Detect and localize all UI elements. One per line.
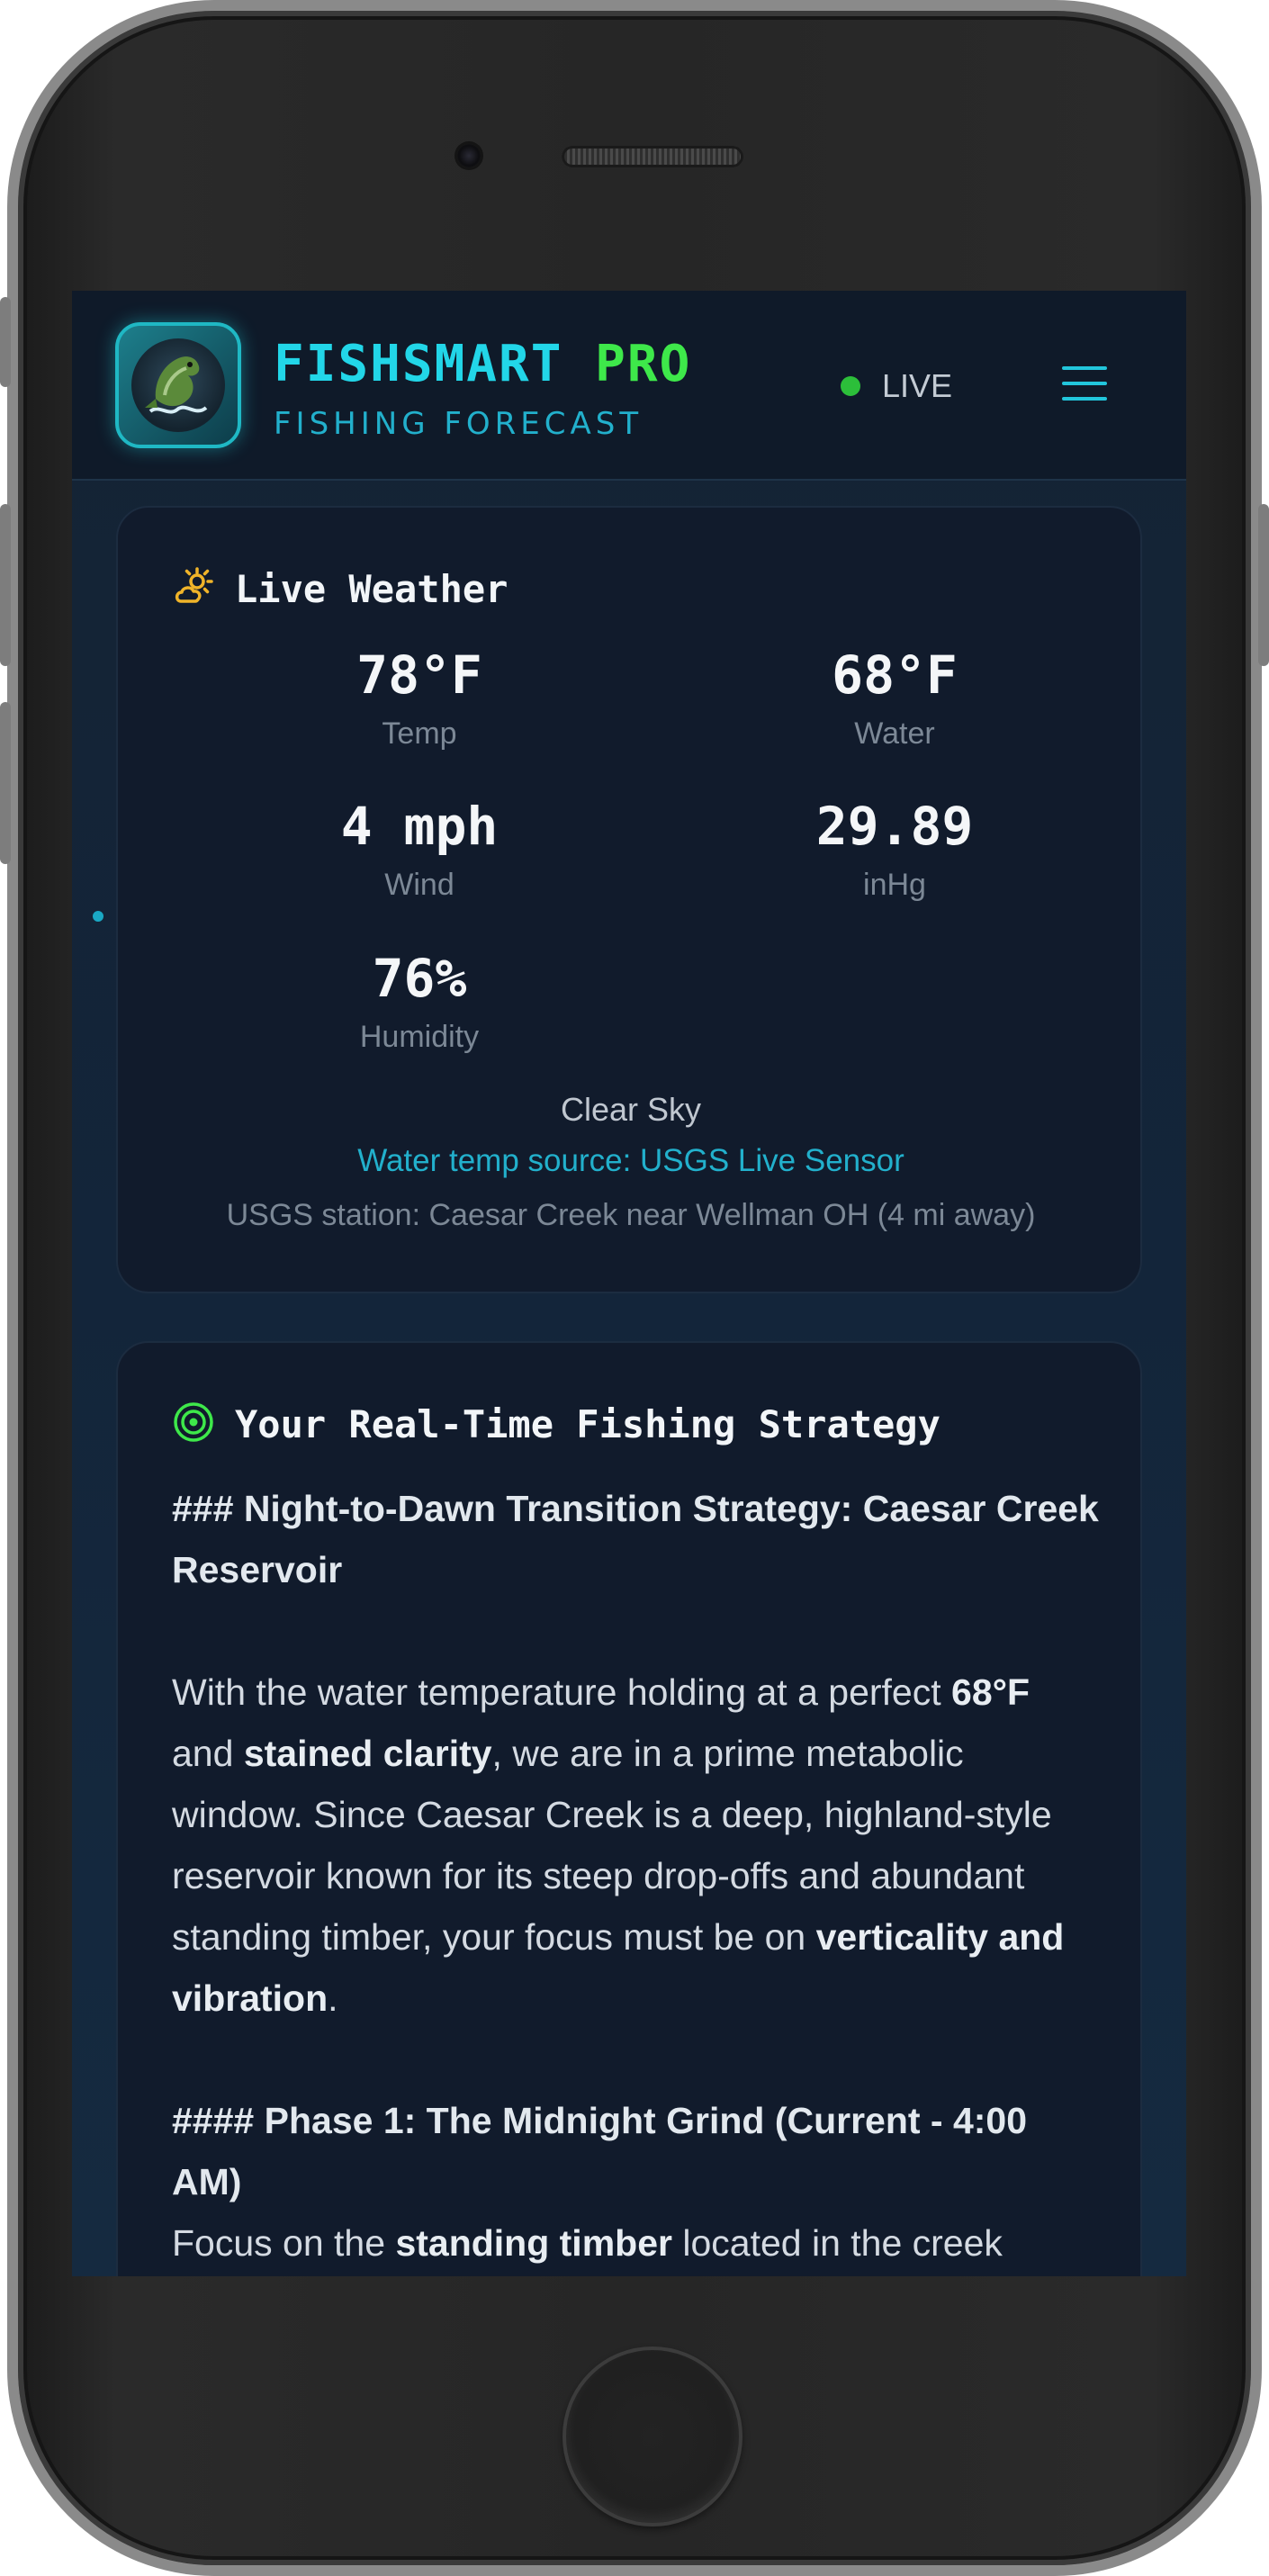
live-weather-card: Live Weather 78°F Temp 68°F Water 4 mph … [116, 506, 1142, 1293]
brand-pro: PRO [595, 335, 692, 393]
metric-pressure: 29.89 inHg [715, 797, 1075, 903]
water-temp-source: Water temp source: USGS Live Sensor [357, 1143, 904, 1178]
scroll-indicator-dot [93, 911, 104, 922]
metric-water: 68°F Water [715, 645, 1075, 752]
metric-value: 76% [372, 948, 467, 1009]
brand-title: FISHSMART PRO [274, 336, 691, 393]
weather-sun-cloud-icon [172, 565, 215, 612]
app-logo[interactable] [115, 322, 241, 448]
metric-temp: 78°F Temp [239, 645, 599, 752]
home-button[interactable] [562, 2346, 742, 2526]
strategy-card-header: Your Real-Time Fishing Strategy [172, 1397, 940, 1451]
metric-humidity: 76% Humidity [239, 949, 599, 1055]
metric-value: 78°F [356, 644, 482, 706]
app-screen: FISHSMART PRO FISHING FORECAST LIVE Live… [72, 291, 1186, 2276]
brand-name: FISHSMART [274, 335, 563, 393]
usgs-station: USGS station: Caesar Creek near Wellman … [226, 1198, 1036, 1232]
metric-wind: 4 mph Wind [239, 797, 599, 903]
strategy-card-title: Your Real-Time Fishing Strategy [235, 1401, 940, 1446]
live-status: LIVE [841, 366, 952, 406]
metric-label: Water [854, 716, 935, 751]
earpiece-speaker [562, 146, 743, 167]
metric-value: 68°F [832, 644, 958, 706]
target-icon [172, 1401, 215, 1447]
brand-subtitle: FISHING FORECAST [274, 406, 644, 442]
metric-label: inHg [863, 868, 926, 902]
strategy-heading-1: ### Night-to-Dawn Transition Strategy: C… [172, 1488, 1099, 1590]
weather-card-header: Live Weather [172, 562, 508, 616]
strategy-paragraph-1: With the water temperature holding at a … [172, 1671, 1065, 2019]
live-label: LIVE [882, 367, 953, 404]
weather-card-title: Live Weather [235, 566, 508, 611]
metric-label: Wind [384, 868, 454, 902]
fish-logo-icon [131, 338, 225, 432]
volume-down-button [0, 702, 11, 864]
metric-value: 4 mph [340, 796, 499, 857]
fishing-strategy-card: Your Real-Time Fishing Strategy ### Nigh… [116, 1341, 1142, 2276]
metric-label: Humidity [359, 1020, 480, 1054]
strategy-heading-2: #### Phase 1: The Midnight Grind (Curren… [172, 2100, 1028, 2202]
strategy-content: ### Night-to-Dawn Transition Strategy: C… [172, 1478, 1099, 2274]
metric-value: 29.89 [815, 796, 974, 857]
hamburger-menu-icon[interactable] [1062, 361, 1107, 406]
sky-condition: Clear Sky [560, 1091, 702, 1128]
strategy-paragraph-2: Focus on the standing timber located in … [172, 2222, 1003, 2264]
mute-switch [0, 297, 11, 387]
app-header: FISHSMART PRO FISHING FORECAST LIVE [72, 291, 1186, 481]
volume-up-button [0, 504, 11, 666]
live-dot-icon [841, 376, 860, 396]
front-camera [457, 144, 481, 167]
power-button [1258, 504, 1269, 666]
metric-label: Temp [382, 716, 457, 751]
